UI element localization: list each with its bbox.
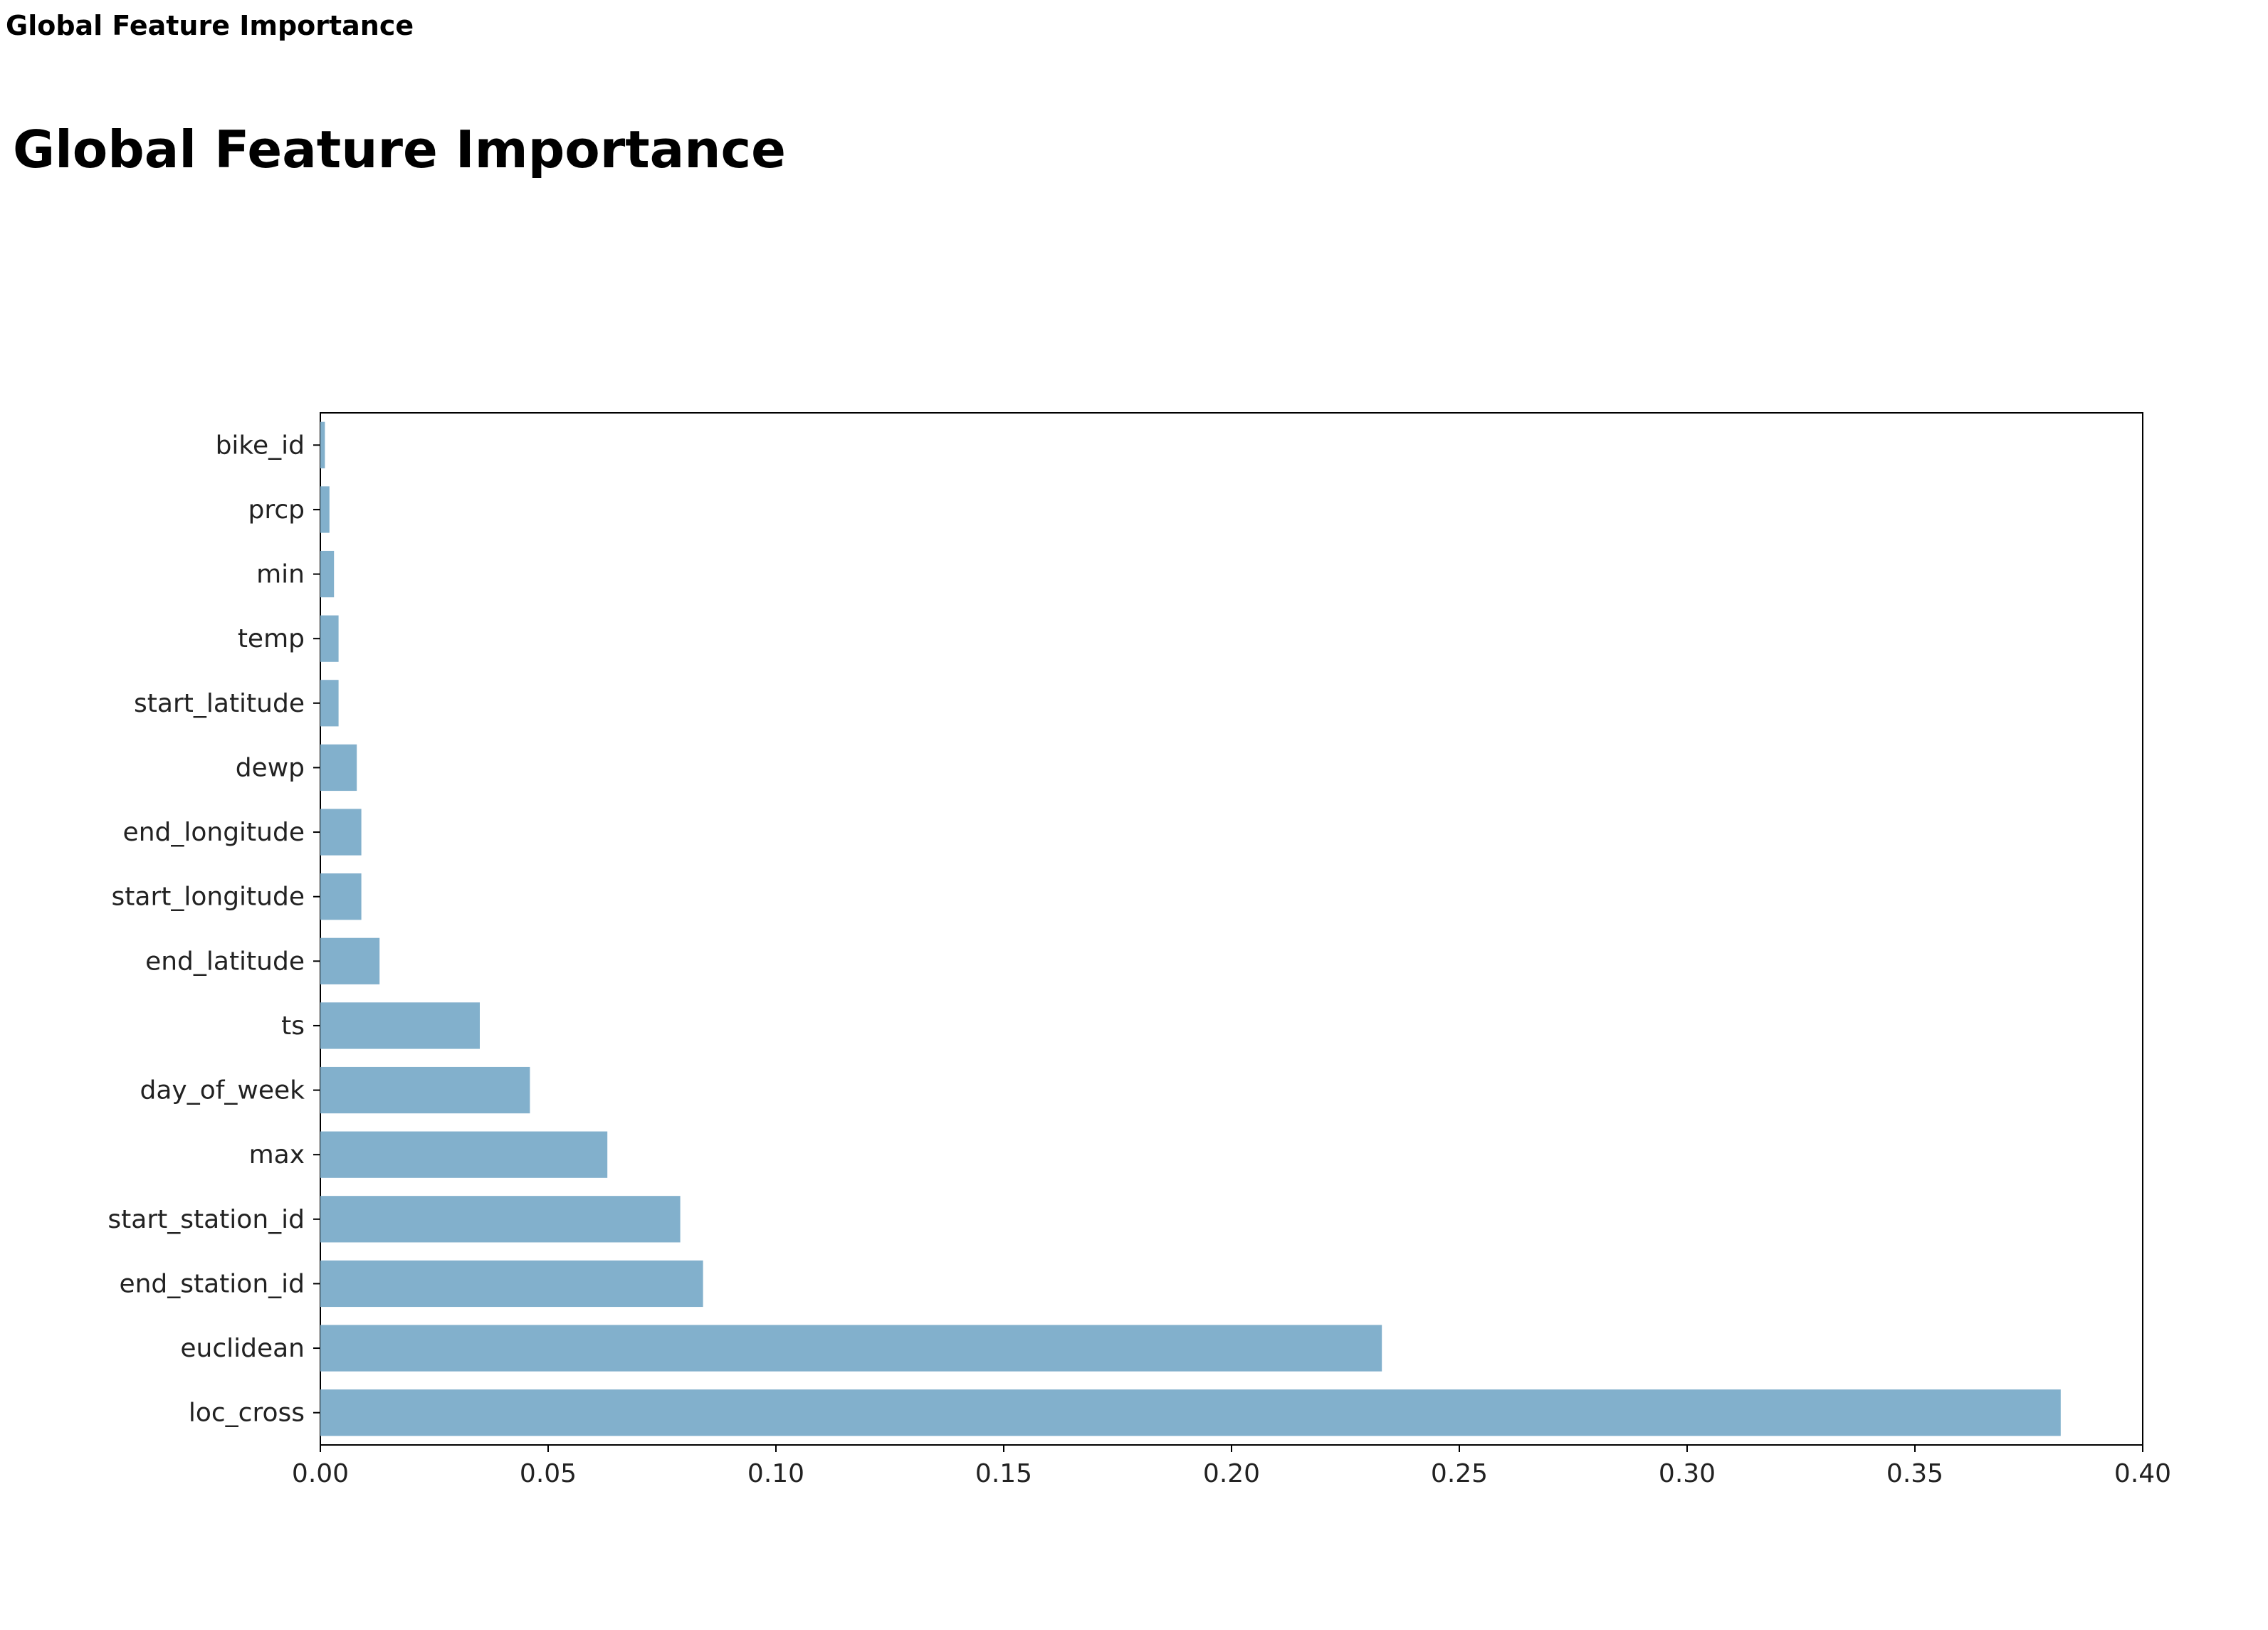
bar-temp — [320, 616, 339, 662]
bar-start_station_id — [320, 1196, 681, 1242]
chart-svg: 0.00 0.05 0.10 0.15 0.20 0.25 0.30 0.35 0.40 bike… — [0, 292, 2207, 1573]
bar-dewp — [320, 745, 357, 791]
bar-start_latitude — [320, 680, 339, 726]
bar-bike_id — [320, 422, 325, 468]
y-tick-label: bike_id — [216, 431, 305, 460]
y-tick-label: min — [256, 560, 305, 589]
y-tick-label: end_station_id — [119, 1269, 305, 1298]
bar-loc_cross — [320, 1389, 2061, 1436]
y-tick-label: end_longitude — [123, 818, 305, 847]
x-tick-label: 0.00 — [292, 1459, 349, 1488]
x-tick-label: 0.15 — [975, 1459, 1032, 1488]
x-tick-label: 0.25 — [1431, 1459, 1488, 1488]
section-heading-large: Global Feature Importance — [13, 120, 2240, 179]
y-tick-label: dewp — [236, 753, 305, 782]
bar-min — [320, 551, 334, 597]
bar-prcp — [320, 486, 330, 532]
y-tick-label: start_longitude — [112, 883, 305, 912]
x-tick-label: 0.05 — [520, 1459, 577, 1488]
y-tick-label: max — [249, 1140, 305, 1169]
feature-importance-chart: 0.00 0.05 0.10 0.15 0.20 0.25 0.30 0.35 0.40 bike… — [0, 292, 2207, 1576]
x-tick-label: 0.20 — [1203, 1459, 1260, 1488]
x-tick-label: 0.10 — [747, 1459, 804, 1488]
bar-euclidean — [320, 1325, 1382, 1371]
bar-start_longitude — [320, 873, 362, 920]
bar-max — [320, 1132, 607, 1178]
bar-end_longitude — [320, 809, 362, 855]
page: Global Feature Importance Global Feature… — [0, 0, 2268, 1630]
y-tick-label: loc_cross — [189, 1399, 305, 1428]
bar-end_station_id — [320, 1261, 703, 1307]
y-tick-label: temp — [238, 624, 305, 653]
y-tick-label: euclidean — [180, 1334, 305, 1363]
bar-end_latitude — [320, 938, 379, 984]
y-tick-label: prcp — [248, 495, 305, 525]
y-tick-label: start_latitude — [134, 689, 305, 718]
y-tick-label: end_latitude — [145, 947, 305, 976]
x-tick-label: 0.35 — [1886, 1459, 1943, 1488]
x-tick-label: 0.40 — [2114, 1459, 2171, 1488]
section-heading-small: Global Feature Importance — [6, 10, 2240, 41]
bar-day_of_week — [320, 1067, 530, 1113]
y-tick-label: start_station_id — [107, 1205, 305, 1234]
bar-ts — [320, 1002, 480, 1048]
x-tick-label: 0.30 — [1659, 1459, 1716, 1488]
y-tick-label: day_of_week — [140, 1076, 305, 1105]
y-tick-label: ts — [281, 1011, 305, 1041]
